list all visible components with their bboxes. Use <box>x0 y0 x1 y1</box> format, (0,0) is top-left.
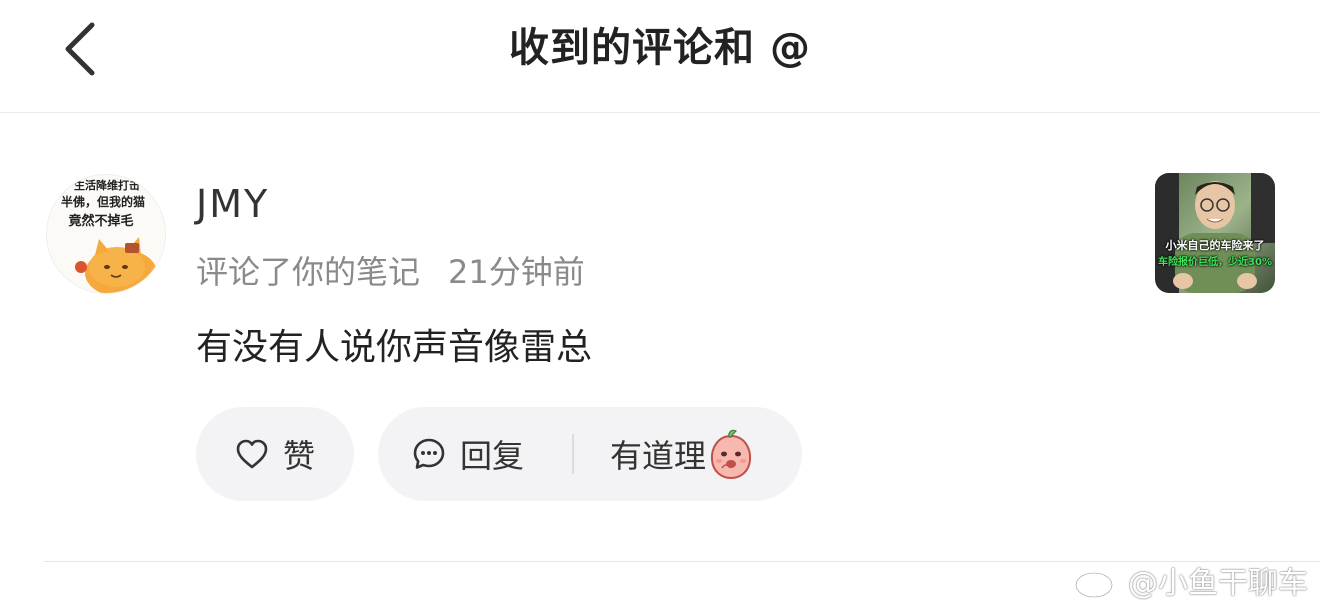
comment-bubble-icon <box>413 438 445 469</box>
like-label: 赞 <box>282 437 315 475</box>
avatar-caption-line1: 生活降维打击 <box>74 178 140 192</box>
heart-icon <box>236 439 268 469</box>
quick-reply-button[interactable]: 有道理 <box>610 407 754 501</box>
avatar[interactable]: 生活降维打击 半佛，但我的猫 竟然不掉毛 <box>46 174 166 294</box>
quick-reply-label: 有道理 <box>610 437 707 475</box>
like-button[interactable]: 赞 <box>196 407 354 501</box>
top-nav-bar: 收到的评论和 @ <box>0 0 1320 113</box>
reply-action-group: 回复 有道理 <box>378 407 802 501</box>
comment-text[interactable]: 有没有人说你声音像雷总 <box>196 322 592 374</box>
avatar-caption-line3: 竟然不掉毛 <box>67 213 133 229</box>
avatar-image: 生活降维打击 半佛，但我的猫 竟然不掉毛 <box>47 175 165 293</box>
thumbnail-caption-title: 小米自己的车险来了 <box>1165 239 1265 252</box>
peach-emoji-icon <box>711 429 752 480</box>
watermark: @小鱼干聊车 <box>1072 558 1308 602</box>
comment-time: 21分钟前 <box>448 253 585 291</box>
reply-button[interactable]: 回复 <box>412 407 524 501</box>
weibo-logo-icon <box>1074 565 1118 599</box>
comment-action-text: 评论了你的笔记 <box>196 253 421 291</box>
username[interactable]: JMY <box>196 178 269 230</box>
page: 收到的评论和 @ 生活降维打击 半佛，但我的猫 竟然不掉毛 JMY 评论了你的笔… <box>0 0 1320 614</box>
page-title: 收到的评论和 @ <box>509 25 811 71</box>
reply-label: 回复 <box>460 437 525 475</box>
note-thumbnail-image <box>1155 173 1275 293</box>
avatar-caption-line2: 半佛，但我的猫 <box>61 194 145 209</box>
watermark-text: @小鱼干聊车 <box>1128 566 1308 601</box>
thumbnail-caption-subtitle: 车险报价巨低，少近30% <box>1158 257 1272 268</box>
comment-meta: 评论了你的笔记 21分钟前 <box>196 250 585 294</box>
note-thumbnail[interactable]: 小米自己的车险来了 车险报价巨低，少近30% <box>1155 173 1275 293</box>
action-divider <box>572 434 574 474</box>
